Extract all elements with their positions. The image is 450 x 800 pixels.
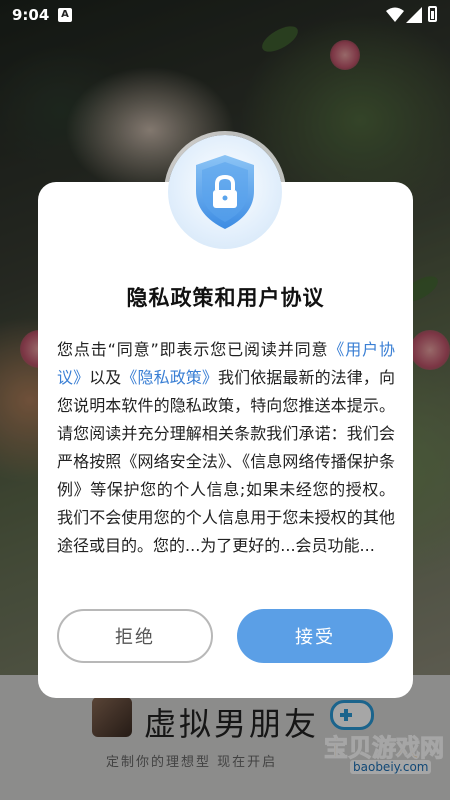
reject-button[interactable]: 拒绝: [57, 609, 213, 663]
wifi-icon: [386, 7, 404, 22]
status-bar: 9:04 A: [0, 0, 450, 30]
body-text-3: 我们依据最新的法律，向您说明本软件的隐私政策，特向您推送本提示。请您阅读并充分理…: [57, 368, 395, 555]
status-time: 9:04: [12, 6, 50, 24]
privacy-policy-link[interactable]: 《隐私政策》: [121, 368, 218, 387]
notification-a-icon: A: [58, 8, 72, 22]
body-text-4: 您的...为了更好的...会员功能...: [153, 536, 375, 555]
battery-icon: [428, 6, 437, 22]
dialog-body: 您点击“同意”即表示您已阅读并同意《用户协议》以及《隐私政策》我们依据最新的法律…: [57, 336, 395, 594]
accept-button[interactable]: 接受: [237, 609, 393, 663]
shield-lock-icon: [196, 155, 254, 229]
cell-signal-icon: [406, 7, 422, 23]
body-text-1: 您点击“同意”即表示您已阅读并同意: [57, 340, 329, 359]
text-fade: [38, 574, 413, 604]
shield-badge: [168, 135, 282, 249]
privacy-dialog: 隐私政策和用户协议 您点击“同意”即表示您已阅读并同意《用户协议》以及《隐私政策…: [38, 182, 413, 698]
dialog-title: 隐私政策和用户协议: [126, 286, 325, 310]
body-text-2: 以及: [89, 368, 122, 387]
